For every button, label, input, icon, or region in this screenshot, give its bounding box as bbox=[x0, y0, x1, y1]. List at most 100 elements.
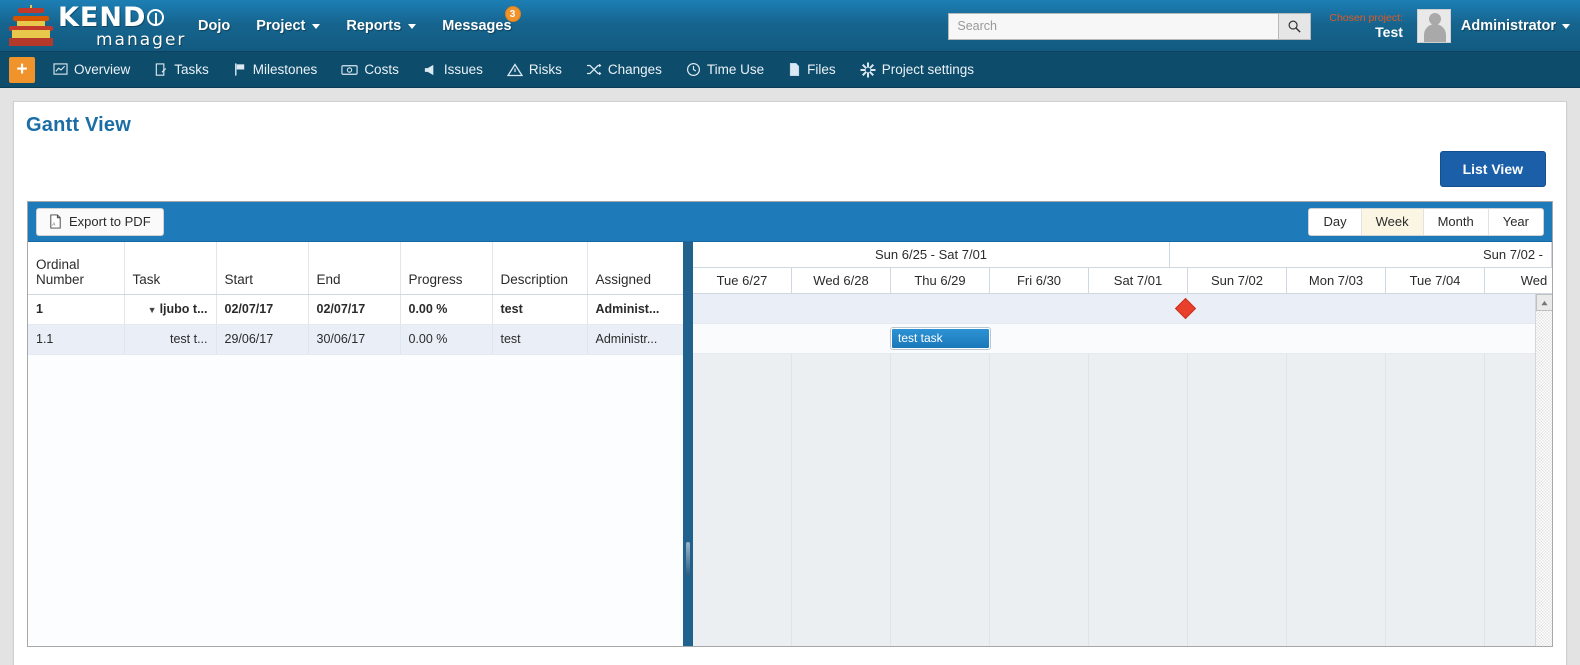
subnav-label-tasks: Tasks bbox=[174, 62, 209, 77]
subnav-label-files: Files bbox=[807, 62, 836, 77]
search-button[interactable] bbox=[1278, 12, 1312, 40]
subnav-item-issues[interactable]: Issues bbox=[423, 62, 483, 77]
export-to-pdf-button[interactable]: A Export to PDF bbox=[36, 207, 164, 236]
cell-ordinal-number: 1 bbox=[28, 294, 125, 325]
timeline-day-cell: Sun 7/02 bbox=[1188, 268, 1287, 293]
timeline-task-rows: test task bbox=[693, 294, 1552, 354]
subnav-item-milestones[interactable]: Milestones bbox=[233, 62, 318, 77]
cell-task[interactable]: ▼ ljubo t... bbox=[124, 294, 217, 325]
column-header-description[interactable]: Description bbox=[492, 242, 588, 295]
megaphone-icon bbox=[424, 64, 434, 75]
cell-start: 02/07/17 bbox=[216, 294, 309, 325]
page-title: Gantt View bbox=[26, 114, 131, 136]
column-header-ordinal-number[interactable]: Ordinal Number bbox=[28, 242, 125, 295]
timeline-day-cell: Sat 7/01 bbox=[1089, 268, 1188, 293]
project-subnav: + Overview Tasks Milestones Costs Issues… bbox=[0, 52, 1580, 88]
subnav-item-overview[interactable]: Overview bbox=[53, 62, 130, 77]
table-row[interactable]: 1 ▼ ljubo t... 02/07/17 02/07/17 0.00 % t… bbox=[28, 294, 683, 325]
column-header-assigned[interactable]: Assigned bbox=[587, 242, 683, 295]
user-menu[interactable]: Administrator bbox=[1461, 18, 1570, 34]
subnav-item-changes[interactable]: Changes bbox=[586, 62, 662, 77]
timeline-day-cell: Tue 7/04 bbox=[1386, 268, 1485, 293]
timeline-vertical-scrollbar[interactable] bbox=[1535, 294, 1552, 646]
list-view-button[interactable]: List View bbox=[1439, 151, 1546, 187]
search-input[interactable] bbox=[948, 12, 1279, 40]
subnav-item-files[interactable]: Files bbox=[788, 62, 836, 77]
brand-logo[interactable]: KEND manager bbox=[8, 4, 184, 49]
avatar[interactable] bbox=[1416, 9, 1451, 43]
timeline-day-cell: Wed bbox=[1485, 268, 1552, 293]
cell-assigned: Administr... bbox=[587, 324, 683, 355]
splitter-handle[interactable] bbox=[686, 542, 690, 576]
cell-ordinal-number: 1.1 bbox=[28, 324, 125, 355]
nav-label-reports: Reports bbox=[346, 18, 402, 34]
search-icon bbox=[1288, 20, 1301, 33]
cell-assigned: Administ... bbox=[587, 294, 683, 325]
pane-splitter[interactable] bbox=[683, 242, 693, 646]
timeline-day-row: Tue 6/27 Wed 6/28 Thu 6/29 Fri 6/30 Sat … bbox=[693, 268, 1552, 294]
task-table: Ordinal Number Task Start End Progress D… bbox=[28, 242, 683, 355]
subnav-label-issues: Issues bbox=[443, 62, 483, 77]
table-row[interactable]: 1.1 test t... 29/06/17 30/06/17 0.00 % t… bbox=[28, 324, 683, 355]
nav-label-messages: Messages bbox=[442, 18, 512, 34]
timeline-day-cell: Fri 6/30 bbox=[990, 268, 1089, 293]
table-header-row: Ordinal Number Task Start End Progress D… bbox=[28, 242, 683, 295]
flag-icon bbox=[234, 63, 244, 76]
subnav-item-costs[interactable]: Costs bbox=[341, 62, 399, 77]
export-to-pdf-label: Export to PDF bbox=[69, 214, 151, 229]
scrollbar-track[interactable] bbox=[1536, 311, 1552, 646]
subnav-label-milestones: Milestones bbox=[252, 62, 318, 77]
cell-task[interactable]: test t... bbox=[124, 324, 217, 355]
subnav-item-tasks[interactable]: Tasks bbox=[154, 62, 209, 77]
add-button[interactable]: + bbox=[9, 56, 35, 83]
timeline-row[interactable]: test task bbox=[693, 324, 1552, 354]
column-header-start[interactable]: Start bbox=[216, 242, 309, 295]
nav-label-dojo: Dojo bbox=[198, 18, 231, 34]
subnav-item-project-settings[interactable]: Project settings bbox=[860, 62, 974, 78]
timeline-header: Sun 6/25 - Sat 7/01 Sun 7/02 - Tue 6/27 … bbox=[693, 242, 1552, 294]
subnav-label-costs: Costs bbox=[364, 62, 399, 77]
brand-name-bottom: manager bbox=[96, 29, 187, 50]
column-header-progress[interactable]: Progress bbox=[400, 242, 493, 295]
nav-item-reports[interactable]: Reports bbox=[346, 18, 417, 34]
shuffle-icon bbox=[586, 63, 602, 76]
subnav-item-time-use[interactable]: Time Use bbox=[686, 62, 764, 77]
timeline-day-cell: Wed 6/28 bbox=[792, 268, 891, 293]
range-button-year[interactable]: Year bbox=[1488, 208, 1543, 235]
subnav-label-changes: Changes bbox=[607, 62, 662, 77]
range-button-month[interactable]: Month bbox=[1423, 208, 1489, 235]
gear-icon bbox=[860, 62, 876, 77]
subnav-label-project-settings: Project settings bbox=[881, 62, 974, 77]
pdf-file-icon: A bbox=[50, 214, 61, 229]
page-actions: List View bbox=[14, 137, 1566, 187]
cell-task-label: ljubo t... bbox=[159, 302, 208, 316]
grid-empty-area bbox=[28, 354, 683, 646]
range-button-week[interactable]: Week bbox=[1361, 208, 1424, 235]
column-header-task[interactable]: Task bbox=[124, 242, 217, 295]
cell-progress: 0.00 % bbox=[400, 294, 493, 325]
nav-item-dojo[interactable]: Dojo bbox=[198, 18, 230, 34]
timeline-row[interactable] bbox=[693, 294, 1552, 324]
page-card: Gantt View List View A Export to PDF Day… bbox=[13, 101, 1567, 665]
brand-wordmark: KEND manager bbox=[58, 4, 186, 49]
chevron-down-icon bbox=[1562, 23, 1570, 29]
column-header-end[interactable]: End bbox=[308, 242, 401, 295]
collapse-triangle-icon[interactable]: ▼ bbox=[148, 305, 157, 315]
subnav-item-risks[interactable]: Risks bbox=[506, 62, 562, 77]
milestone-diamond[interactable] bbox=[1174, 297, 1197, 320]
range-button-day[interactable]: Day bbox=[1309, 208, 1362, 235]
kendo-o-icon bbox=[147, 8, 165, 26]
nav-item-messages[interactable]: Messages 3 bbox=[442, 6, 521, 34]
gantt-timeline: Sun 6/25 - Sat 7/01 Sun 7/02 - Tue 6/27 … bbox=[693, 242, 1552, 646]
scroll-up-arrow-button[interactable] bbox=[1536, 294, 1552, 311]
task-bar[interactable]: test task bbox=[891, 328, 990, 349]
timeline-day-cell: Tue 6/27 bbox=[693, 268, 792, 293]
tasks-icon bbox=[156, 63, 167, 76]
chevron-down-icon bbox=[408, 23, 417, 29]
files-icon bbox=[790, 63, 800, 76]
pagoda-logo-icon bbox=[8, 5, 54, 47]
top-header-bar: KEND manager Dojo Project Reports Messag… bbox=[0, 0, 1580, 52]
nav-item-project[interactable]: Project bbox=[256, 18, 321, 34]
gantt-task-grid: Ordinal Number Task Start End Progress D… bbox=[28, 242, 683, 646]
subnav-label-overview: Overview bbox=[74, 62, 131, 77]
